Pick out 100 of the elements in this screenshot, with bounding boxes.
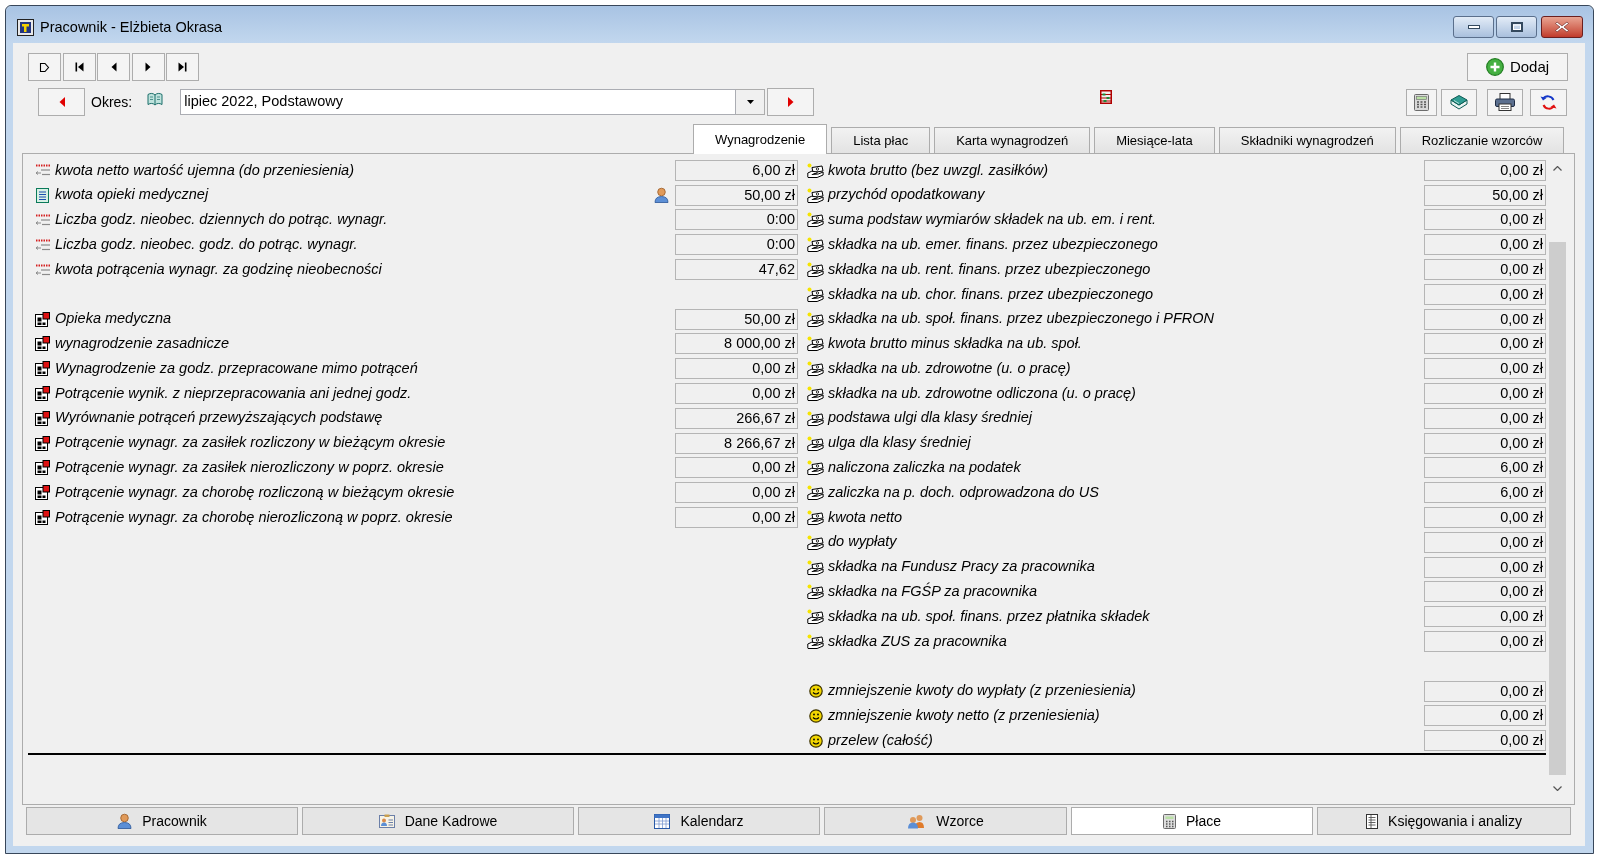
value-field: 0,00 zł	[1424, 531, 1546, 553]
last-record-button[interactable]	[166, 53, 199, 81]
grid-icon	[35, 311, 50, 327]
value-field: 0:00	[675, 234, 798, 256]
hand-banknote-icon	[807, 336, 824, 352]
value-field: 0,00 zł	[1424, 680, 1546, 702]
print-button[interactable]	[1487, 88, 1523, 116]
bottom-tab[interactable]: Księgowania i analizy	[1317, 807, 1571, 835]
tab[interactable]: Lista płac	[831, 127, 931, 153]
row-label: składka na ub. chor. finans. przez ubezpieczonego	[828, 284, 1155, 304]
document-icon	[36, 187, 49, 203]
row-label: kwota brutto minus składka na ub. społ.	[828, 334, 1083, 354]
hand-banknote-icon	[807, 534, 824, 550]
row-label: Potrącenie wynagr. za chorobę nierozliczoną w poprz. okresie	[55, 507, 454, 527]
first-record-button[interactable]	[62, 53, 96, 81]
grid-icon	[35, 460, 50, 476]
value-field: 0,00 zł	[675, 383, 798, 405]
triangle-left-icon	[110, 62, 117, 72]
hand-banknote-icon	[807, 460, 824, 476]
value-field: 6,00 zł	[675, 159, 798, 181]
row-label: składka na ub. zdrowotne odliczona (u. o pracę)	[828, 383, 1137, 403]
tab[interactable]: Miesiące-lata	[1094, 127, 1215, 153]
row-label: Liczba godz. nieobec. dziennych do potrąc. wynagr.	[55, 210, 389, 230]
app-icon	[17, 19, 34, 36]
value-field: 0:00	[675, 209, 798, 231]
hand-banknote-icon	[807, 262, 824, 278]
grid-icon	[35, 410, 50, 426]
book-icon	[1449, 94, 1469, 110]
previous-record-button[interactable]	[97, 53, 130, 81]
add-button[interactable]: Dodaj	[1467, 53, 1568, 81]
minimize-icon	[1467, 25, 1480, 29]
row-label: Potrącenie wynagr. za chorobę rozliczoną w bieżącym okresie	[55, 482, 456, 502]
tab[interactable]: Składniki wynagrodzeń	[1218, 127, 1396, 153]
value-field: 50,00 zł	[675, 184, 798, 206]
triangle-right-icon	[145, 62, 151, 72]
value-field: 0,00 zł	[1424, 581, 1546, 603]
calculator-icon	[1163, 813, 1176, 829]
chevron-down-icon[interactable]	[1553, 785, 1562, 791]
bottom-tab[interactable]: Pracownik	[26, 807, 298, 835]
minimize-button[interactable]	[1453, 16, 1494, 38]
skip-first-icon	[74, 62, 84, 72]
refresh-button[interactable]	[1530, 88, 1567, 116]
bottom-tab[interactable]: Wzorce	[824, 807, 1067, 835]
row-label: zaliczka na p. doch. odprowadzona do US	[828, 482, 1100, 502]
value-field: 0,00 zł	[1424, 358, 1546, 380]
hand-banknote-icon	[807, 559, 824, 575]
value-field: 266,67 zł	[675, 407, 798, 429]
value-field: 0,00 zł	[675, 507, 798, 529]
id-card-icon	[378, 814, 395, 828]
next-period-button[interactable]	[767, 88, 815, 116]
skip-last-icon	[178, 62, 187, 72]
row-label: kwota potrącenia wynagr. za godzinę nieobecności	[55, 259, 383, 279]
hand-banknote-icon	[807, 634, 824, 650]
printer-icon	[1495, 93, 1515, 111]
chevron-up-icon[interactable]	[1553, 165, 1562, 171]
value-field: 0,00 zł	[1424, 631, 1546, 653]
value-field: 0,00 zł	[1424, 507, 1546, 529]
triangle-left-icon	[58, 97, 65, 107]
open-book-icon	[147, 92, 164, 106]
grid-icon	[35, 435, 50, 451]
smiley-icon	[808, 733, 823, 748]
new-record-button[interactable]	[28, 53, 61, 81]
value-field: 0,00 zł	[1424, 333, 1546, 355]
previous-period-button[interactable]	[38, 88, 85, 116]
value-field: 6,00 zł	[1424, 457, 1546, 479]
period-field[interactable]: lipiec 2022, Podstawowy	[180, 89, 737, 115]
maximize-button[interactable]	[1496, 16, 1537, 38]
hand-banknote-icon	[807, 286, 824, 302]
row-label: wynagrodzenie zasadnicze	[55, 334, 231, 354]
grid-icon	[35, 361, 50, 377]
value-field: 0,00 zł	[675, 457, 798, 479]
value-field: 50,00 zł	[1424, 184, 1546, 206]
row-label: przychód opodatkowany	[828, 185, 986, 205]
value-field: 0,00 zł	[1424, 407, 1546, 429]
calculator-button[interactable]	[1406, 88, 1437, 116]
person-icon	[117, 813, 133, 829]
row-label: podstawa ulgi dla klasy średniej	[828, 408, 1034, 428]
bottom-tab[interactable]: Kalendarz	[578, 807, 820, 835]
next-record-button[interactable]	[131, 53, 165, 81]
field-label: Okres:	[91, 92, 133, 112]
dotted-lines-icon	[34, 164, 51, 177]
hand-banknote-icon	[807, 609, 824, 625]
row-label: Wynagrodzenie za godz. przepracowane mimo potrąceń	[55, 358, 419, 378]
book-button[interactable]	[1441, 88, 1477, 116]
close-icon	[1555, 21, 1569, 33]
smiley-icon	[808, 708, 823, 723]
tab[interactable]: Rozliczanie wzorców	[1399, 127, 1565, 153]
tab[interactable]: Karta wynagrodzeń	[934, 127, 1091, 153]
dropdown-button[interactable]	[736, 89, 766, 115]
people-icon	[907, 813, 927, 829]
calculator-icon	[1414, 93, 1429, 111]
row-label: składka na FGŚP za pracownika	[828, 581, 1038, 602]
hand-banknote-icon	[807, 386, 824, 402]
tab[interactable]: Wynagrodzenie	[693, 124, 828, 154]
bottom-tab[interactable]: Płace	[1071, 807, 1313, 835]
close-button[interactable]	[1541, 16, 1583, 38]
row-label: zmniejszenie kwoty netto (z przeniesienia)	[828, 706, 1101, 726]
bottom-tab[interactable]: Dane Kadrowe	[302, 807, 574, 835]
row-label: składka na Fundusz Pracy za pracownika	[828, 557, 1096, 577]
scrollbar-thumb[interactable]	[1549, 242, 1566, 775]
